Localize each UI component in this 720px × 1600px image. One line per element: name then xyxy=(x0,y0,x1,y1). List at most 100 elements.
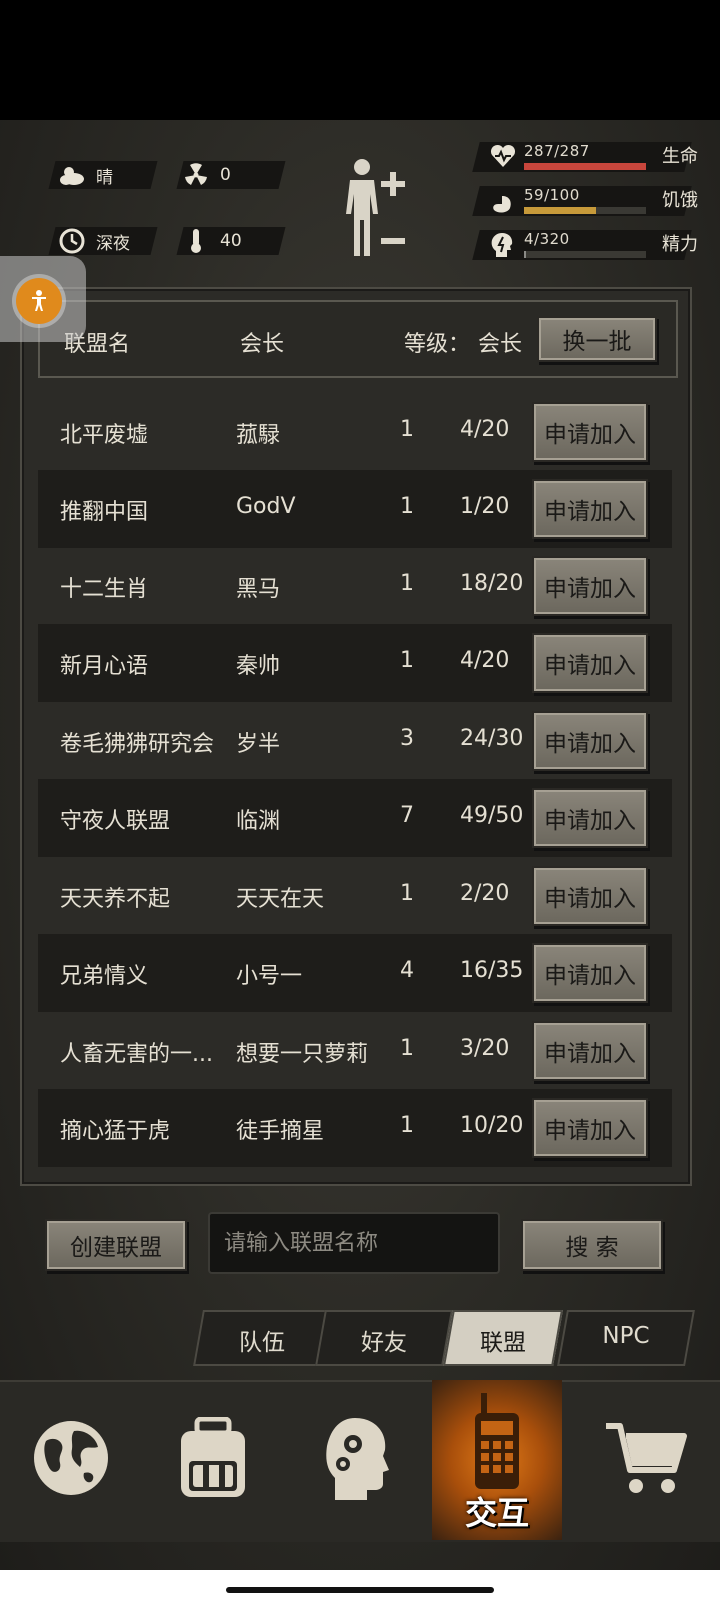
weather-stat: 晴 xyxy=(58,161,113,189)
alliance-members: 4/20 xyxy=(460,648,510,673)
alliance-name: 新月心语 xyxy=(60,654,149,679)
alliance-row: 摘心猛于虎 徒手摘星 1 10/20 申请加入 xyxy=(38,1089,672,1167)
alliance-leader: 黑马 xyxy=(236,577,281,602)
alliance-row: 十二生肖 黑马 1 18/20 申请加入 xyxy=(38,547,672,625)
temperature-stat: 40 xyxy=(182,227,242,255)
plus-icon[interactable] xyxy=(381,172,405,196)
alliance-members: 1/20 xyxy=(460,494,510,519)
cart-icon xyxy=(604,1420,688,1500)
alliance-leader: 小号一 xyxy=(236,964,303,989)
hunger-track xyxy=(524,207,646,214)
create-alliance-button[interactable]: 创建联盟 xyxy=(45,1219,187,1271)
alliance-members: 24/30 xyxy=(460,726,524,751)
alliance-row: 人畜无害的一... 想要一只萝莉 1 3/20 申请加入 xyxy=(38,1012,672,1090)
minus-icon[interactable] xyxy=(381,230,405,244)
health-label: 生命 xyxy=(662,146,698,167)
alliance-members: 2/20 xyxy=(460,881,510,906)
globe-icon xyxy=(32,1419,110,1501)
vital-energy: 4/320 精力 xyxy=(490,230,700,270)
alliance-level: 1 xyxy=(400,1036,414,1061)
join-button[interactable]: 申请加入 xyxy=(532,1021,648,1081)
alliance-members: 49/50 xyxy=(460,803,524,828)
cloud-sun-icon xyxy=(58,161,86,189)
system-bar xyxy=(0,1570,720,1600)
backpack-icon xyxy=(175,1416,251,1503)
join-button[interactable]: 申请加入 xyxy=(532,943,648,1003)
alliance-leader: GodV xyxy=(236,494,296,519)
nav-skills[interactable] xyxy=(288,1380,426,1540)
alliance-search-input[interactable] xyxy=(208,1212,500,1274)
vital-health: 287/287 生命 xyxy=(490,142,700,182)
search-button[interactable]: 搜 索 xyxy=(521,1219,663,1271)
hunger-fill xyxy=(524,207,596,214)
alliance-leader: 临渊 xyxy=(236,809,281,834)
weather-value: 晴 xyxy=(96,167,113,188)
nav-shop[interactable] xyxy=(572,1380,720,1540)
alliance-row: 推翻中国 GodV 1 1/20 申请加入 xyxy=(38,470,672,548)
join-button[interactable]: 申请加入 xyxy=(532,1098,648,1158)
header-members: 会长 xyxy=(478,332,523,357)
floating-assist-button[interactable] xyxy=(0,256,86,342)
join-button[interactable]: 申请加入 xyxy=(532,788,648,848)
alliance-level: 3 xyxy=(400,726,414,751)
alliance-level: 1 xyxy=(400,571,414,596)
time-value: 深夜 xyxy=(96,233,130,254)
alliance-name: 守夜人联盟 xyxy=(60,809,171,834)
join-button[interactable]: 申请加入 xyxy=(532,711,648,771)
alliance-level: 1 xyxy=(400,648,414,673)
alliance-name: 摘心猛于虎 xyxy=(60,1119,171,1144)
body-figure-icon[interactable] xyxy=(342,158,382,258)
alliance-leader: 秦帅 xyxy=(236,654,281,679)
health-fill xyxy=(524,163,646,170)
refresh-button[interactable]: 换一批 xyxy=(537,316,657,362)
health-value: 287/287 xyxy=(524,142,590,160)
alliance-name: 推翻中国 xyxy=(60,500,149,525)
alliance-name: 人畜无害的一... xyxy=(60,1042,213,1067)
stomach-icon xyxy=(490,188,516,214)
join-button[interactable]: 申请加入 xyxy=(532,402,648,462)
temperature-value: 40 xyxy=(220,231,242,251)
alliance-row: 卷毛狒狒研究会 岁半 3 24/30 申请加入 xyxy=(38,702,672,780)
alliance-members: 4/20 xyxy=(460,417,510,442)
nav-world[interactable] xyxy=(2,1380,140,1540)
radiation-value: 0 xyxy=(220,165,231,185)
alliance-level: 1 xyxy=(400,881,414,906)
alliance-row: 守夜人联盟 临渊 7 49/50 申请加入 xyxy=(38,779,672,857)
alliance-leader: 想要一只萝莉 xyxy=(236,1042,369,1067)
header-leader: 会长 xyxy=(240,332,285,357)
alliance-members: 16/35 xyxy=(460,958,524,983)
alliance-members: 18/20 xyxy=(460,571,524,596)
join-button[interactable]: 申请加入 xyxy=(532,633,648,693)
hunger-value: 59/100 xyxy=(524,186,580,204)
vital-hunger: 59/100 饥饿 xyxy=(490,186,700,226)
alliance-members: 10/20 xyxy=(460,1113,524,1138)
nav-backpack[interactable] xyxy=(144,1380,282,1540)
health-track xyxy=(524,163,646,170)
alliance-level: 1 xyxy=(400,1113,414,1138)
tab-team[interactable]: 队伍 xyxy=(212,1323,312,1357)
alliance-row: 兄弟情义 小号一 4 16/35 申请加入 xyxy=(38,934,672,1012)
tab-friends[interactable]: 好友 xyxy=(334,1323,434,1357)
alliance-name: 卷毛狒狒研究会 xyxy=(60,732,215,757)
alliance-leader: 菰騄 xyxy=(236,423,281,448)
alliance-row: 北平废墟 菰騄 1 4/20 申请加入 xyxy=(38,393,672,471)
heart-icon xyxy=(490,144,516,170)
tab-alliance[interactable]: 联盟 xyxy=(453,1323,553,1357)
header-level: 等级： xyxy=(404,332,471,357)
time-stat: 深夜 xyxy=(58,227,130,255)
energy-track xyxy=(524,251,646,258)
tab-npc[interactable]: NPC xyxy=(576,1323,676,1349)
alliance-level: 7 xyxy=(400,803,414,828)
join-button[interactable]: 申请加入 xyxy=(532,866,648,926)
alliance-level: 4 xyxy=(400,958,414,983)
home-indicator[interactable] xyxy=(226,1587,494,1593)
energy-label: 精力 xyxy=(662,234,698,255)
join-button[interactable]: 申请加入 xyxy=(532,479,648,539)
energy-fill xyxy=(524,251,526,258)
alliance-leader: 岁半 xyxy=(236,732,281,757)
head-gears-icon xyxy=(325,1416,389,1504)
alliance-leader: 天天在天 xyxy=(236,887,325,912)
radiation-stat: 0 xyxy=(182,161,231,189)
clock-icon xyxy=(58,227,86,255)
join-button[interactable]: 申请加入 xyxy=(532,556,648,616)
